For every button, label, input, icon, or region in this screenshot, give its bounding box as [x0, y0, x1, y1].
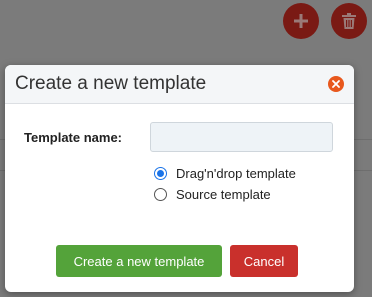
cancel-button[interactable]: Cancel: [230, 245, 298, 277]
delete-template-button[interactable]: [331, 3, 367, 39]
template-name-label: Template name:: [24, 130, 123, 145]
trash-icon: [342, 13, 356, 29]
template-name-input[interactable]: [150, 122, 333, 152]
dragndrop-radio[interactable]: [154, 167, 167, 180]
close-icon: [332, 75, 340, 93]
add-template-button[interactable]: [283, 3, 319, 39]
dialog-header: Create a new template: [5, 65, 354, 104]
dragndrop-radio-label: Drag'n'drop template: [176, 166, 296, 181]
radio-option-source[interactable]: Source template: [154, 187, 271, 202]
plus-icon: [294, 14, 308, 28]
radio-option-dragndrop[interactable]: Drag'n'drop template: [154, 166, 296, 181]
create-template-dialog: Create a new template Template name: Dra…: [5, 65, 354, 292]
dialog-title: Create a new template: [15, 73, 207, 94]
create-template-button[interactable]: Create a new template: [56, 245, 222, 277]
source-radio-label: Source template: [176, 187, 271, 202]
close-button[interactable]: [328, 76, 344, 92]
source-radio[interactable]: [154, 188, 167, 201]
